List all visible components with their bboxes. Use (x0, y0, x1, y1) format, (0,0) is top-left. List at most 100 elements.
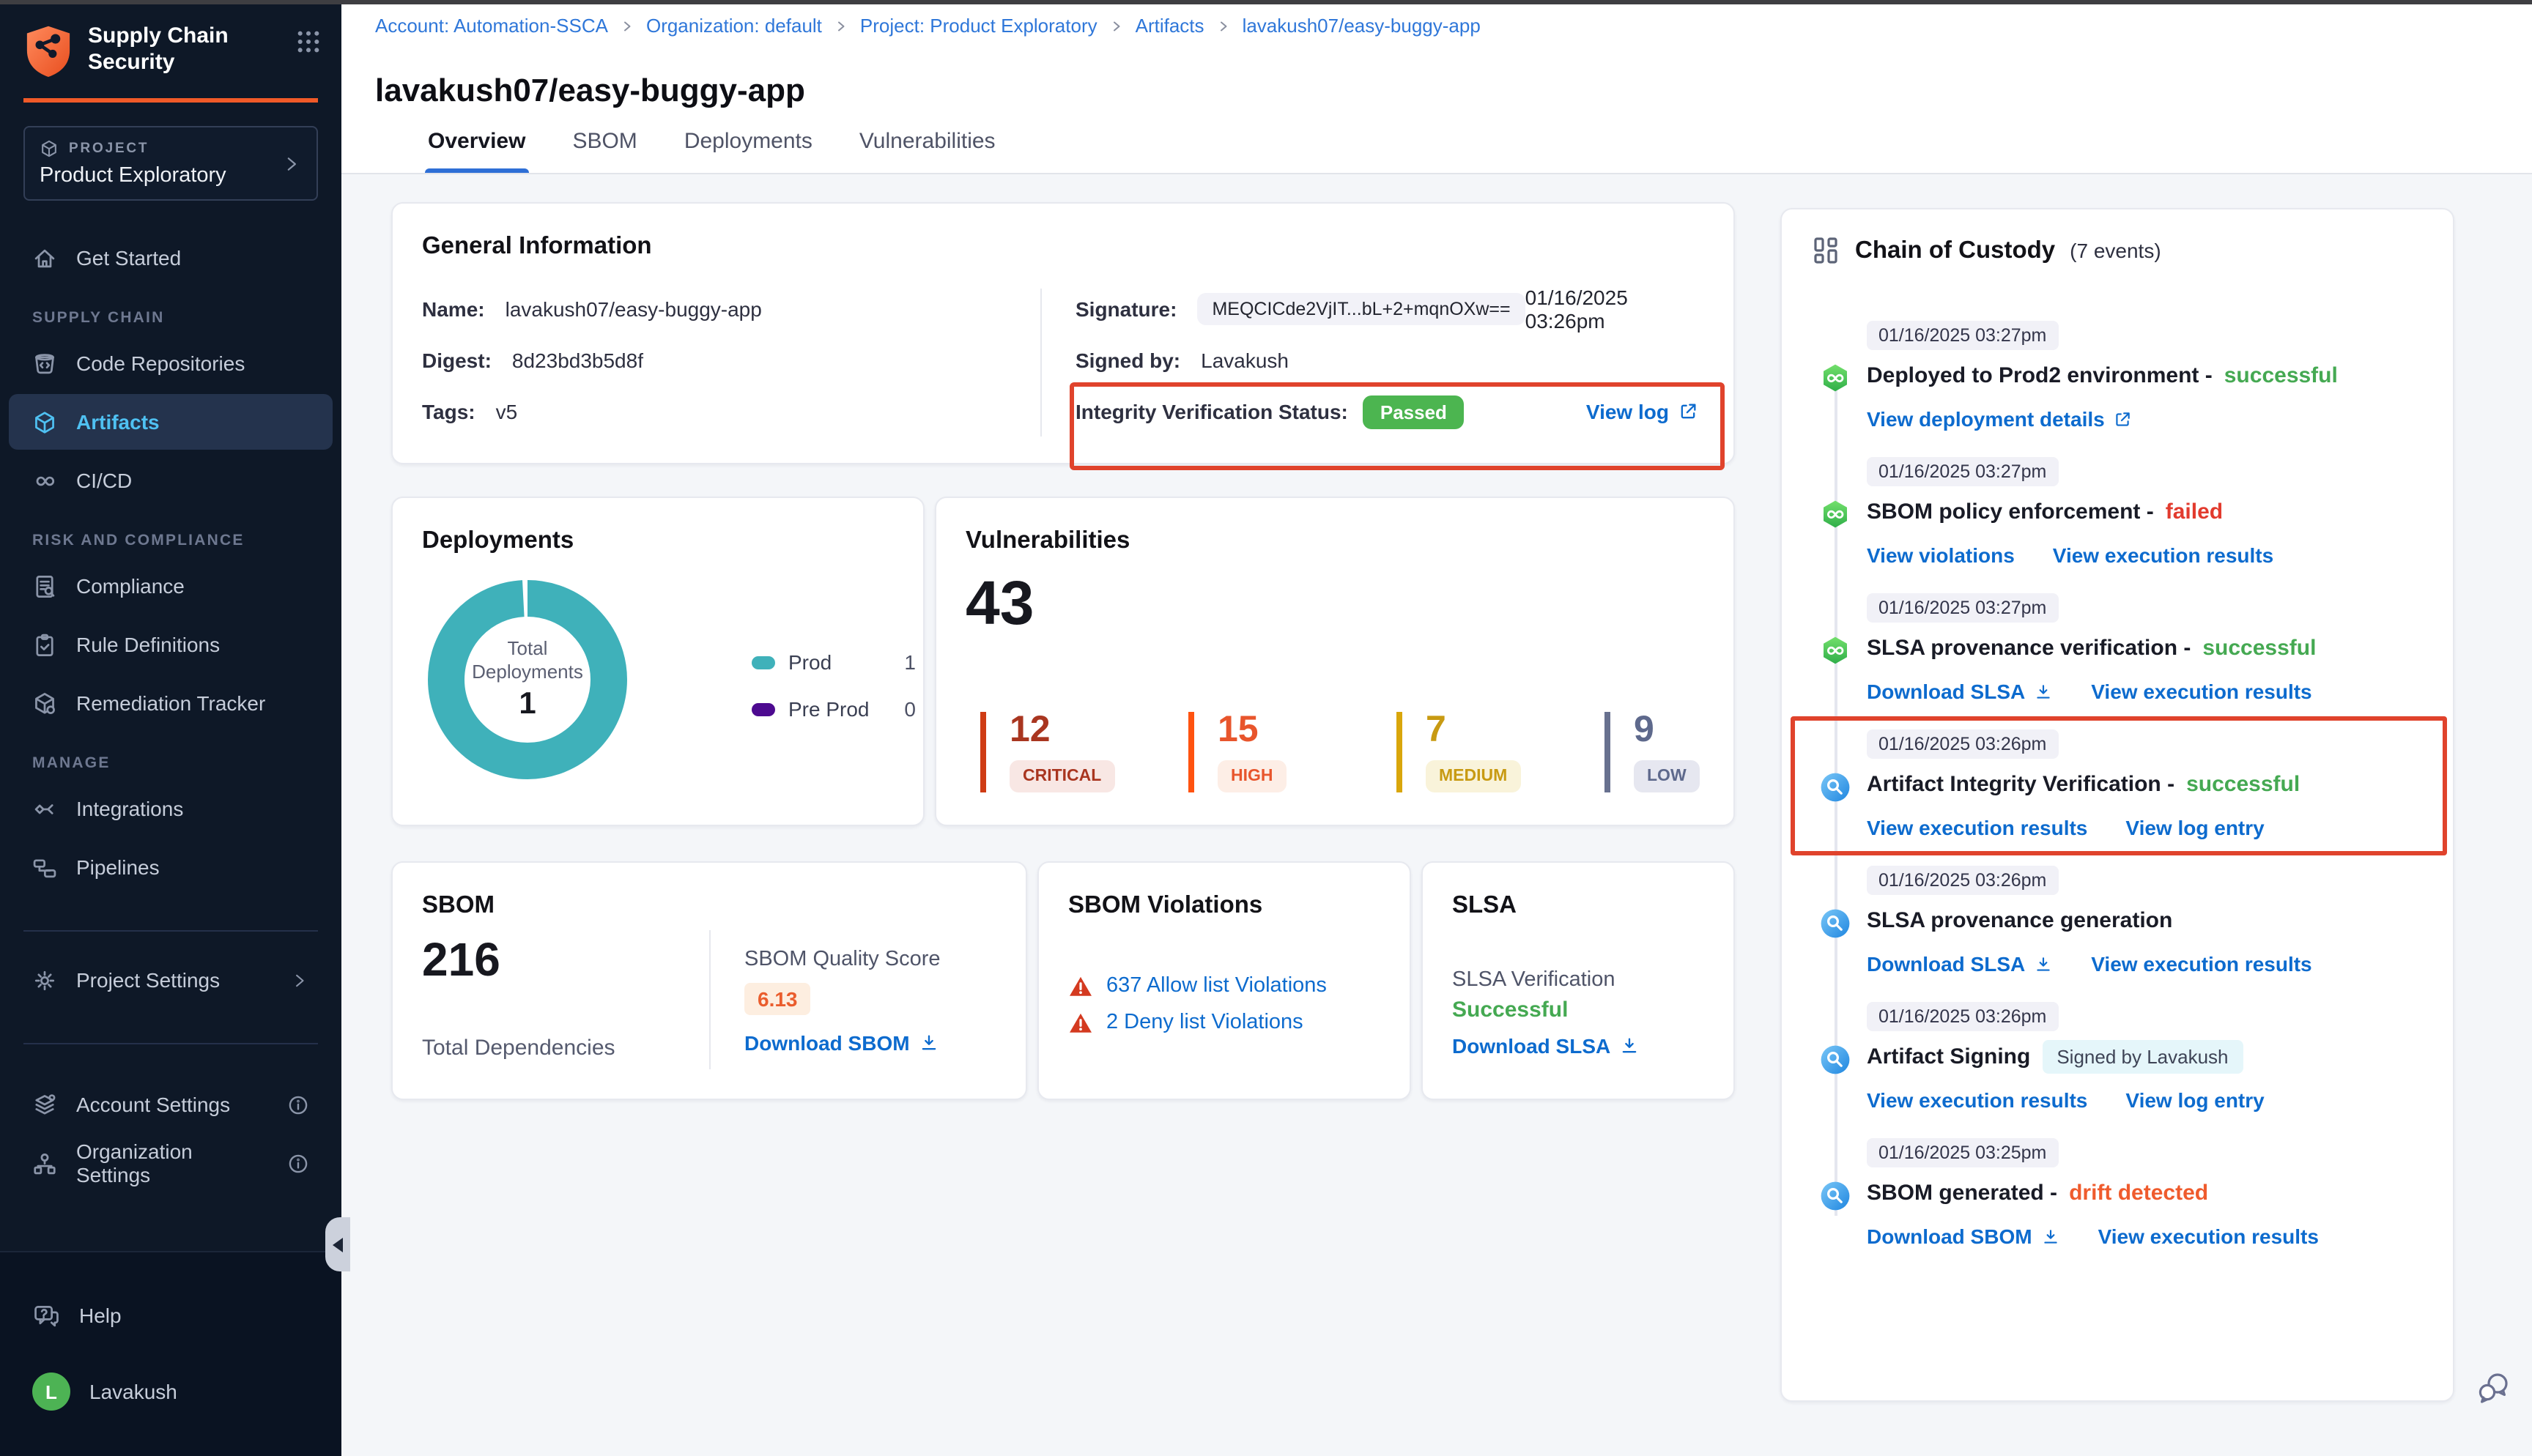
general-information-card: General Information Name:lavakush07/easy… (391, 202, 1735, 464)
chain-of-custody-icon (1811, 236, 1840, 265)
breadcrumb-artifacts[interactable]: Artifacts (1136, 15, 1204, 37)
breadcrumb-project[interactable]: Project: Product Exploratory (860, 15, 1097, 37)
tab-vulnerabilities[interactable]: Vulnerabilities (856, 114, 999, 173)
view-execution-results-link[interactable]: View execution results (1867, 816, 2087, 839)
severity-breakdown: 12 CRITICAL 15 HIGH 7 MEDIUM 9 LOW (980, 712, 1813, 792)
deployment-hexagon-icon (1820, 499, 1851, 530)
custody-event-sbom-generated: 01/16/2025 03:25pm SBOM generated - drif… (1817, 1138, 2418, 1251)
custody-event-slsa-verification: 01/16/2025 03:27pm SLSA provenance verif… (1817, 593, 2418, 706)
view-deployment-details-link[interactable]: View deployment details (1867, 407, 2133, 431)
download-slsa-link[interactable]: Download SLSA (1867, 952, 2053, 976)
download-sbom-link[interactable]: Download SBOM (744, 1031, 941, 1055)
sidebar-collapse-handle[interactable] (325, 1217, 350, 1271)
download-sbom-link[interactable]: Download SBOM (1867, 1225, 2060, 1248)
download-slsa-link[interactable]: Download SLSA (1452, 1034, 1640, 1058)
severity-critical: 12 CRITICAL (980, 712, 1165, 792)
pipelines-icon (32, 855, 57, 880)
severity-high: 15 HIGH (1188, 712, 1373, 792)
chat-support-icon[interactable] (2476, 1371, 2511, 1406)
legend-item-prod: Prod 1 (752, 650, 916, 674)
donut-legend: Prod 1 Pre Prod 0 (752, 650, 916, 744)
view-log-entry-link[interactable]: View log entry (2125, 1088, 2264, 1112)
allow-list-violations-link[interactable]: 637 Allow list Violations (1106, 974, 1327, 998)
clipboard-check-icon (32, 632, 57, 657)
sidebar-item-remediation-tracker[interactable]: Remediation Tracker (9, 675, 333, 731)
download-slsa-link[interactable]: Download SLSA (1867, 680, 2053, 703)
sidebar-item-get-started[interactable]: Get Started (9, 230, 333, 286)
external-link-icon (2114, 409, 2133, 428)
project-eyebrow: PROJECT (69, 141, 149, 157)
signed-by-badge: Signed by Lavakush (2042, 1039, 2243, 1073)
view-log-entry-link[interactable]: View log entry (2125, 816, 2264, 839)
view-execution-results-link[interactable]: View execution results (2098, 1225, 2319, 1248)
scan-circle-icon (1820, 1044, 1851, 1075)
sidebar-item-artifacts[interactable]: Artifacts (9, 394, 333, 450)
sidebar-item-compliance[interactable]: Compliance (9, 558, 333, 614)
event-timestamp: 01/16/2025 03:25pm (1867, 1138, 2058, 1167)
vulnerabilities-card: Vulnerabilities 43 12 CRITICAL 15 HIGH 7… (935, 497, 1735, 826)
severity-low: 9 LOW (1604, 712, 1789, 792)
sidebar-nav: Get Started SUPPLY CHAIN Code Repositori… (0, 230, 341, 1191)
breadcrumb: Account: Automation-SSCA Organization: d… (375, 15, 1481, 37)
event-timestamp: 01/16/2025 03:27pm (1867, 593, 2058, 623)
donut-center-label: Total Deployments (462, 637, 593, 685)
code-repo-icon (32, 351, 57, 376)
view-log-link[interactable]: View log (1586, 400, 1698, 423)
artifact-digest: 8d23bd3b5d8f (512, 349, 643, 372)
sidebar-item-rule-definitions[interactable]: Rule Definitions (9, 617, 333, 672)
project-selector[interactable]: PROJECT Product Exploratory (23, 126, 318, 201)
integrations-icon (32, 796, 57, 821)
sidebar-item-integrations[interactable]: Integrations (9, 781, 333, 836)
tab-overview[interactable]: Overview (425, 114, 528, 173)
info-icon[interactable] (287, 1152, 309, 1174)
section-supply-chain: SUPPLY CHAIN (0, 309, 341, 327)
signature-date: 01/16/2025 03:26pm (1525, 286, 1698, 333)
prod-color-dot (752, 655, 775, 669)
sidebar-item-project-settings[interactable]: Project Settings (9, 952, 333, 1008)
view-execution-results-link[interactable]: View execution results (2091, 680, 2311, 703)
event-timestamp: 01/16/2025 03:26pm (1867, 866, 2058, 895)
main-content: Account: Automation-SSCA Organization: d… (341, 0, 2532, 1456)
sidebar-item-pipelines[interactable]: Pipelines (9, 839, 333, 895)
page-header: Account: Automation-SSCA Organization: d… (341, 0, 2532, 174)
download-icon (919, 1033, 939, 1053)
module-grid-icon[interactable] (296, 29, 321, 54)
view-execution-results-link[interactable]: View execution results (2053, 543, 2273, 567)
total-deployments-value: 1 (519, 688, 536, 723)
warning-triangle-icon (1068, 1011, 1093, 1033)
deny-list-violations-row: 2 Deny list Violations (1068, 1011, 1327, 1034)
signed-by-label: Signed by: (1076, 349, 1180, 372)
external-link-icon (1678, 401, 1698, 422)
breadcrumb-account[interactable]: Account: Automation-SSCA (375, 15, 608, 37)
name-label: Name: (422, 297, 485, 321)
sidebar-item-code-repositories[interactable]: Code Repositories (9, 335, 333, 391)
deny-list-violations-link[interactable]: 2 Deny list Violations (1106, 1011, 1303, 1034)
deployment-hexagon-icon (1820, 363, 1851, 394)
sidebar-item-organization-settings[interactable]: Organization Settings (9, 1135, 333, 1191)
chevron-right-icon (290, 970, 309, 989)
document-search-icon (32, 573, 57, 598)
tab-sbom[interactable]: SBOM (569, 114, 640, 173)
slsa-card: SLSA SLSA Verification Successful Downlo… (1421, 861, 1735, 1100)
user-menu[interactable]: L Lavakush (9, 1364, 333, 1419)
breadcrumb-current[interactable]: lavakush07/easy-buggy-app (1243, 15, 1481, 37)
info-icon[interactable] (287, 1093, 309, 1115)
artifacts-cube-icon (32, 409, 57, 434)
event-timestamp: 01/16/2025 03:27pm (1867, 321, 2058, 350)
download-icon (2041, 1227, 2060, 1246)
card-title: SBOM (422, 892, 495, 920)
sidebar-item-account-settings[interactable]: Account Settings (9, 1077, 333, 1132)
tab-deployments[interactable]: Deployments (681, 114, 815, 173)
layers-gear-icon (32, 1092, 57, 1117)
event-status: successful (2186, 771, 2300, 796)
sidebar-item-cicd[interactable]: CI/CD (9, 453, 333, 508)
scan-circle-icon (1820, 908, 1851, 939)
sidebar-item-help[interactable]: Help (9, 1288, 333, 1343)
breadcrumb-organization[interactable]: Organization: default (646, 15, 822, 37)
view-execution-results-link[interactable]: View execution results (1867, 1088, 2087, 1112)
view-violations-link[interactable]: View violations (1867, 543, 2015, 567)
deployment-hexagon-icon (1820, 636, 1851, 666)
view-execution-results-link[interactable]: View execution results (2091, 952, 2311, 976)
breadcrumb-separator-icon (1216, 18, 1231, 33)
event-timestamp: 01/16/2025 03:26pm (1867, 1002, 2058, 1031)
